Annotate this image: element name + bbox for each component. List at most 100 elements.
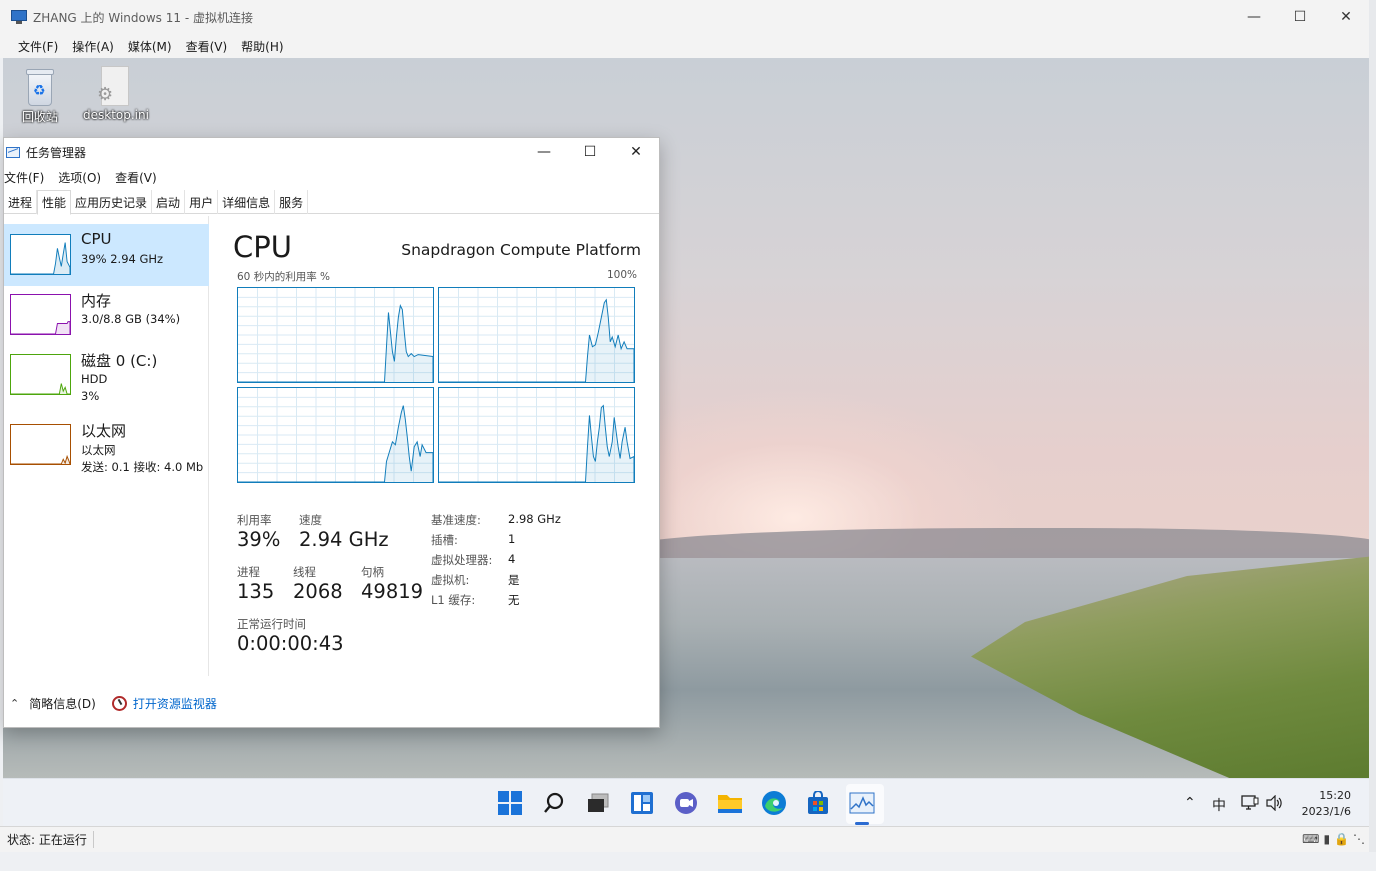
keyboard-icon: ⌨ [1302,832,1320,846]
tab-users[interactable]: 用户 [185,190,219,214]
tm-menu-file[interactable]: 文件(F) [4,169,51,186]
tab-app-history[interactable]: 应用历史记录 [71,190,153,214]
sidebar-item-cpu[interactable]: CPU 39% 2.94 GHz [4,224,209,286]
tab-performance[interactable]: 性能 [37,190,72,215]
chevron-up-icon[interactable]: ⌃ [1184,795,1196,811]
tab-processes[interactable]: 进程 [4,190,38,214]
chat-icon[interactable] [673,791,699,815]
tm-footer: ⌃ 简略信息(D) 打开资源监视器 [4,688,659,718]
clock-date: 2023/1/6 [1301,805,1351,818]
tm-tabs: 进程 性能 应用历史记录 启动 用户 详细信息 服务 [4,190,659,215]
vm-close-button[interactable]: ✕ [1323,0,1369,34]
task-view-icon[interactable] [585,791,611,815]
lock-icon: 🔒 [1334,832,1349,846]
desktop-icon-label: 回收站 [21,110,58,124]
graph-axis-label: 60 秒内的利用率 % [237,271,331,283]
tm-title: 任务管理器 [26,145,87,160]
chevron-up-icon[interactable]: ⌃ [10,697,19,710]
info-value: 无 [508,593,520,607]
volume-icon[interactable] [1266,794,1284,815]
file-explorer-icon[interactable] [717,791,743,815]
info-value: 2.98 GHz [508,512,561,526]
input-method-indicator[interactable]: 中 [1212,795,1226,815]
sidebar-item-detail: 3.0/8.8 GB (34%) [81,312,181,326]
info-label: 插槽: [431,533,458,547]
sidebar-item-title: 以太网 [81,422,127,440]
vm-titlebar: ZHANG 上的 Windows 11 - 虚拟机连接 — ☐ ✕ [0,0,1369,34]
info-label: L1 缓存: [431,593,476,607]
taskbar: ⌃ 中 15:20 2023/1/6 [3,778,1369,826]
vm-menubar: 文件(F) 操作(A) 媒体(M) 查看(V) 帮助(H) [0,34,1369,58]
vm-minimize-button[interactable]: — [1231,0,1277,34]
info-label: 虚拟机: [431,573,470,587]
vm-bottom-edge [0,852,1376,871]
sidebar-item-detail: 39% 2.94 GHz [81,252,164,266]
vm-menu-help[interactable]: 帮助(H) [234,38,290,55]
sidebar-item-memory[interactable]: 内存 3.0/8.8 GB (34%) [4,284,209,346]
info-value: 4 [508,552,516,566]
sidebar-item-ethernet[interactable]: 以太网 以太网 发送: 0.1 接收: 4.0 Mb [4,414,209,476]
vm-title: ZHANG 上的 Windows 11 - 虚拟机连接 [33,10,253,25]
desktop-icon-desktop-ini[interactable]: ⚙ desktop.ini [83,66,149,122]
sidebar-item-title: CPU [81,230,112,248]
vm-window-edge [1369,0,1376,871]
tab-startup[interactable]: 启动 [152,190,186,214]
vm-menu-media[interactable]: 媒体(M) [121,38,179,55]
task-manager-window: 任务管理器 — ☐ ✕ 文件(F) 选项(O) 查看(V) 进程 性能 应用历史… [3,137,660,728]
vm-menu-view[interactable]: 查看(V) [179,38,235,55]
speed-label: 速度 [299,513,322,527]
vm-maximize-button[interactable]: ☐ [1277,0,1323,34]
vm-menu-action[interactable]: 操作(A) [65,38,121,55]
resize-grip-icon[interactable]: ⋱ [1353,832,1365,846]
utilization-label: 利用率 [237,513,272,527]
task-manager-icon[interactable] [849,791,875,815]
tm-minimize-button[interactable]: — [521,138,567,166]
info-label: 虚拟处理器: [431,553,493,567]
vm-connect-icon [11,10,27,24]
recycle-bin-icon: ♻ [23,66,57,106]
start-icon[interactable] [497,791,523,815]
tm-menu-view[interactable]: 查看(V) [115,169,164,186]
cpu-panel: CPU Snapdragon Compute Platform 60 秒内的利用… [210,216,661,676]
resource-monitor-icon [111,695,127,711]
tm-menu-options[interactable]: 选项(O) [58,169,108,186]
settings-file-icon: ⚙ [97,66,131,106]
tab-details[interactable]: 详细信息 [218,190,276,214]
tab-services[interactable]: 服务 [275,190,309,214]
task-manager-icon [6,146,20,158]
sidebar-item-disk[interactable]: 磁盘 0 (C:) HDD 3% [4,344,209,406]
info-value: 是 [508,573,520,587]
memory-thumbnail-graph [10,294,71,335]
edge-icon[interactable] [761,791,787,815]
widgets-icon[interactable] [629,791,655,815]
uptime-value: 0:00:00:43 [237,632,344,655]
handles-value: 49819 [361,580,424,603]
search-icon[interactable] [541,791,567,815]
sidebar-item-title: 磁盘 0 (C:) [81,352,158,370]
open-resource-monitor-link[interactable]: 打开资源监视器 [133,695,217,712]
network-icon[interactable] [1241,795,1259,815]
cpu-model-name: Snapdragon Compute Platform [401,241,641,259]
vm-statusbar: 状态: 正在运行 ⌨ ▮ 🔒 ⋱ [0,826,1369,852]
cpu-core-2-graph [237,387,434,483]
processes-value: 135 [237,580,275,603]
cpu-core-3-graph [438,387,635,483]
tm-titlebar: 任务管理器 — ☐ ✕ [4,138,659,166]
utilization-value: 39% [237,528,281,551]
active-app-indicator [855,822,869,825]
fewer-details-button[interactable]: 简略信息(D) [29,695,96,712]
cpu-core-1-graph [438,287,635,383]
cpu-thumbnail-graph [10,234,71,275]
tm-menubar: 文件(F) 选项(O) 查看(V) [4,166,171,188]
processes-label: 进程 [237,565,260,579]
tm-close-button[interactable]: ✕ [613,138,659,166]
sidebar-item-detail: 3% [81,389,100,403]
vm-menu-file[interactable]: 文件(F) [11,38,65,55]
desktop-icon-recycle-bin[interactable]: ♻ 回收站 [8,66,72,125]
page-title: CPU [233,230,292,264]
clock[interactable]: 15:20 2023/1/6 [1302,788,1351,820]
store-icon[interactable] [805,791,831,815]
tm-maximize-button[interactable]: ☐ [567,138,613,166]
desktop-icon-label: desktop.ini [83,108,149,122]
threads-label: 线程 [293,565,316,579]
